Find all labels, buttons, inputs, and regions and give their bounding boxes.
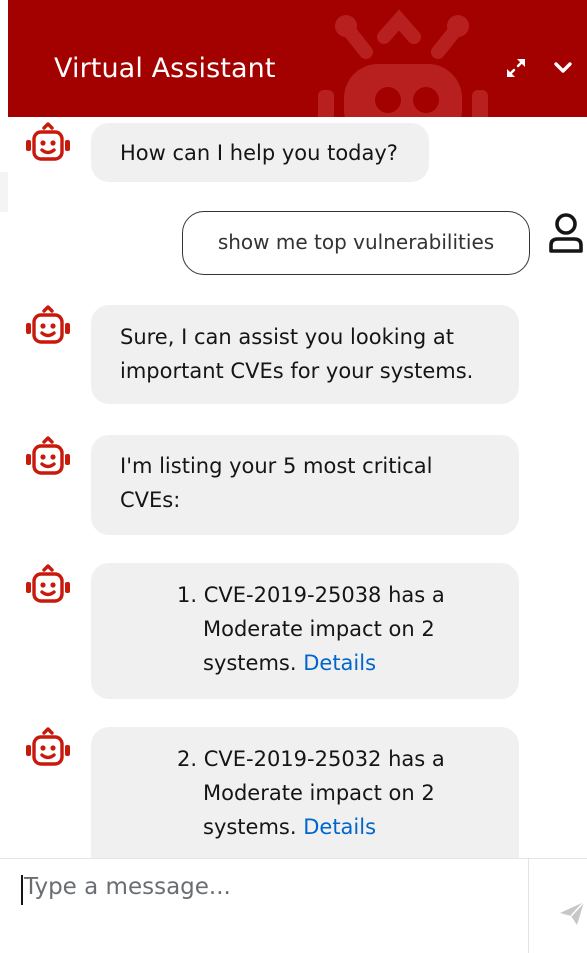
message-text: How can I help you today? [120,141,398,165]
message-line-with-link: systems. Details [177,810,519,844]
message-line: I'm listing your 5 most critical [120,454,433,478]
message-text: show me top vulnerabilities [217,230,495,254]
robot-watermark-icon [318,9,488,117]
bot-message: How can I help you today? [91,123,429,182]
user-message: show me top vulnerabilities [182,211,530,275]
message-line: Sure, I can assist you looking at [120,325,454,349]
message-input[interactable] [18,867,518,943]
bot-message: I'm listing your 5 most critical CVEs: [91,435,519,535]
bot-avatar-icon [26,436,70,475]
send-icon[interactable] [558,899,586,927]
expand-icon[interactable] [504,56,528,80]
chat-header: Virtual Assistant [8,0,587,117]
bot-message: 1. CVE-2019-25038 has a Moderate impact … [91,563,519,699]
message-list[interactable]: How can I help you today? show me top vu… [0,117,587,858]
scroll-edge [0,172,8,212]
message-line: Moderate impact on 2 [203,617,435,641]
bot-avatar-icon [26,305,70,344]
input-divider [528,859,529,953]
details-link[interactable]: Details [303,651,376,675]
bot-message: Sure, I can assist you looking at import… [91,305,519,404]
message-line: CVEs: [120,488,181,512]
message-composer: Type a message... [0,858,587,953]
details-link[interactable]: Details [303,815,376,839]
bot-avatar-icon [26,122,70,161]
message-line: systems. [203,815,297,839]
message-line: systems. [203,651,297,675]
message-line: 1. CVE-2019-25038 has a [177,583,445,607]
bot-avatar-icon [26,564,70,603]
bot-message: 2. CVE-2019-25032 has a Moderate impact … [91,727,519,858]
header-title: Virtual Assistant [54,53,276,84]
message-line-with-link: systems. Details [177,646,519,680]
chevron-down-icon[interactable] [552,58,574,78]
message-line: Moderate impact on 2 [203,781,435,805]
bot-avatar-icon [26,727,70,766]
user-avatar-icon [549,213,583,253]
message-line: important CVEs for your systems. [120,359,474,383]
message-line: 2. CVE-2019-25032 has a [177,747,445,771]
virtual-assistant-window: Virtual Assistant How can I help you tod… [0,0,587,953]
